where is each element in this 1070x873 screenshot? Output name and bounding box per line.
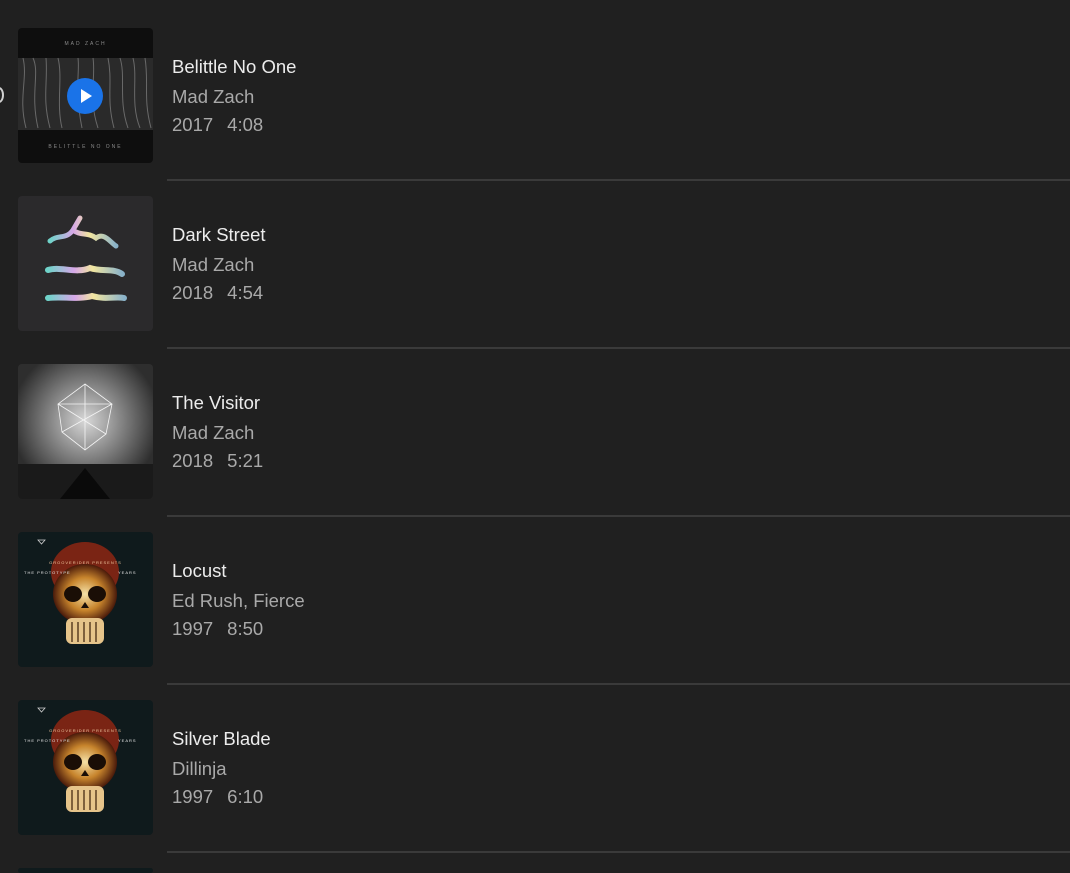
track-row-partial[interactable] (0, 868, 1070, 873)
track-meta: 1997 6:10 (172, 786, 263, 808)
track-duration: 5:21 (227, 450, 264, 471)
track-artist: Mad Zach (172, 86, 255, 107)
album-art-locust[interactable]: GROOVERIDER PRESENTS THE PROTOTYPE YEARS (18, 532, 153, 667)
album-art-belittle-no-one[interactable]: MAD ZACH BELITTLE NO ONE (18, 28, 153, 163)
prototype-years-cover: GROOVERIDER PRESENTS THE PROTOTYPE YEARS (18, 532, 153, 667)
svg-text:GROOVERIDER PRESENTS: GROOVERIDER PRESENTS (49, 560, 122, 565)
svg-text:YEARS: YEARS (118, 570, 137, 575)
track-meta: 2018 5:21 (172, 450, 263, 472)
track-artist: Dillinja (172, 758, 227, 779)
track-row-belittle-no-one[interactable]: MAD ZACH BELITTLE NO ONE Belittle No One… (0, 28, 1070, 196)
divider (167, 347, 1070, 349)
album-art-dark-street[interactable] (18, 196, 153, 331)
track-duration: 4:08 (227, 114, 264, 135)
svg-text:THE PROTOTYPE: THE PROTOTYPE (24, 738, 71, 743)
track-duration: 6:10 (227, 786, 264, 807)
track-year: 1997 (172, 618, 214, 639)
track-title: Belittle No One (172, 56, 297, 77)
divider (167, 179, 1070, 181)
track-title: The Visitor (172, 392, 261, 413)
track-year: 2017 (172, 114, 214, 135)
album-art-partial[interactable] (18, 868, 153, 873)
svg-text:YEARS: YEARS (118, 738, 137, 743)
track-year: 2018 (172, 282, 214, 303)
svg-text:BELITTLE NO ONE: BELITTLE NO ONE (48, 144, 122, 150)
track-row-dark-street[interactable]: Dark Street Mad Zach 2018 4:54 (0, 196, 1070, 364)
track-meta: 1997 8:50 (172, 618, 263, 640)
album-art-silver-blade[interactable]: GROOVERIDER PRESENTS THE PROTOTYPE YEARS (18, 700, 153, 835)
divider (167, 851, 1070, 853)
play-icon (81, 89, 92, 103)
play-button[interactable] (67, 78, 103, 114)
track-artist: Mad Zach (172, 422, 255, 443)
svg-text:THE PROTOTYPE: THE PROTOTYPE (24, 570, 71, 575)
track-year: 1997 (172, 786, 214, 807)
track-duration: 8:50 (227, 618, 264, 639)
track-title: Locust (172, 560, 227, 581)
track-title: Dark Street (172, 224, 266, 245)
track-title: Silver Blade (172, 728, 271, 749)
the-visitor-cover (18, 364, 153, 499)
track-row-silver-blade[interactable]: GROOVERIDER PRESENTS THE PROTOTYPE YEARS… (0, 700, 1070, 868)
track-meta: 2018 4:54 (172, 282, 263, 304)
track-row-the-visitor[interactable]: The Visitor Mad Zach 2018 5:21 (0, 364, 1070, 532)
dark-street-cover (18, 196, 153, 331)
svg-text:GROOVERIDER PRESENTS: GROOVERIDER PRESENTS (49, 728, 122, 733)
track-row-locust[interactable]: GROOVERIDER PRESENTS THE PROTOTYPE YEARS… (0, 532, 1070, 700)
svg-text:MAD ZACH: MAD ZACH (64, 41, 106, 47)
divider (167, 683, 1070, 685)
track-meta: 2017 4:08 (172, 114, 263, 136)
track-duration: 4:54 (227, 282, 264, 303)
track-year: 2018 (172, 450, 214, 471)
track-artist: Mad Zach (172, 254, 255, 275)
prototype-years-cover: GROOVERIDER PRESENTS THE PROTOTYPE YEARS (18, 700, 153, 835)
album-art-the-visitor[interactable] (18, 364, 153, 499)
track-artist: Ed Rush, Fierce (172, 590, 305, 611)
divider (167, 515, 1070, 517)
